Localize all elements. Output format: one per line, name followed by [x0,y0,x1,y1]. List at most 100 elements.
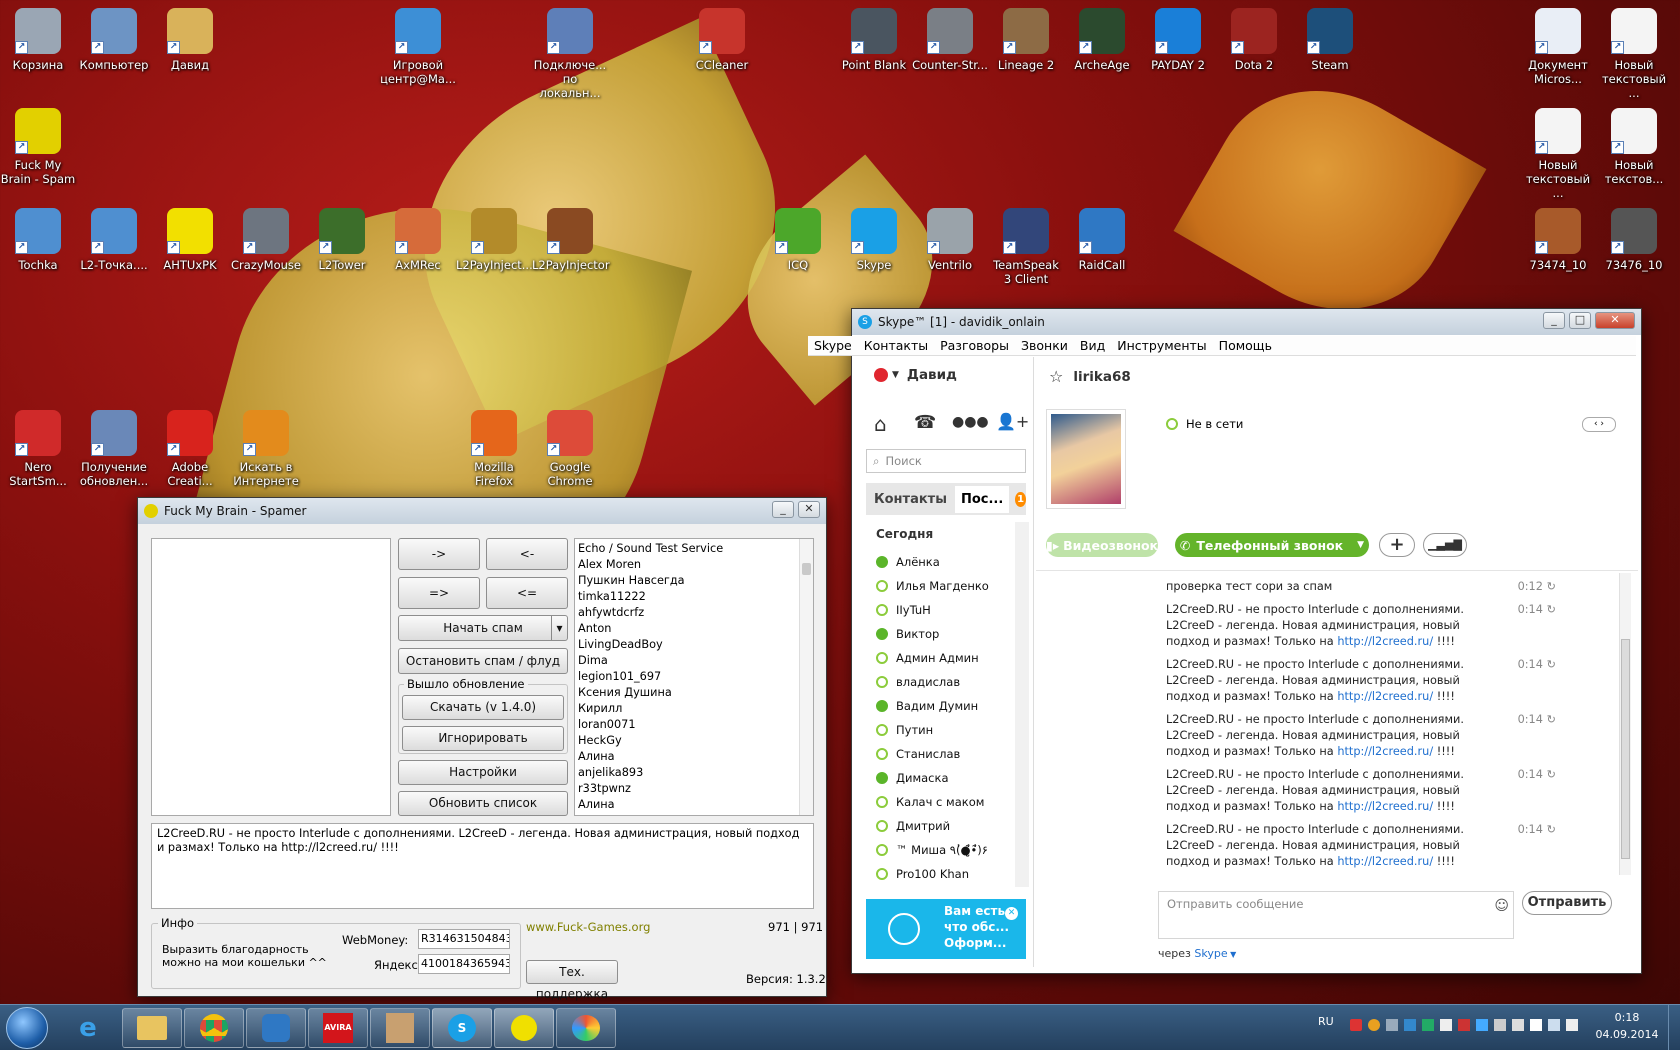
list-item[interactable]: Dima [578,653,810,669]
message-input[interactable]: Отправить сообщение ☺ [1158,891,1514,939]
tray-icon[interactable] [1368,1019,1380,1031]
profile-row[interactable]: ▼ Давид [874,367,957,383]
support-button[interactable]: Тех. поддержка [526,960,618,1001]
desktop-icon[interactable]: ↗ Искать в Интернете [228,404,304,488]
contact-item[interactable]: IIyTuH [866,598,1016,622]
show-desktop-button[interactable] [1668,1005,1680,1050]
list-item[interactable]: HeckGy [578,733,810,749]
contact-item[interactable]: владислав [866,670,1016,694]
monitor-icon[interactable] [1548,1019,1560,1031]
contact-item[interactable]: Илья Магденко [866,574,1016,598]
phone-call-button[interactable]: ✆ Телефонный звонок ▼ [1175,533,1369,557]
ad-banner[interactable]: Вам есть что обс... Оформ... ✕ [866,899,1026,959]
contact-item[interactable]: Станислав [866,742,1016,766]
contact-item[interactable]: Калач с маком [866,790,1016,814]
menu-item[interactable]: Звонки [1015,336,1074,355]
menu-item[interactable]: Skype [808,336,858,355]
tray-icon[interactable] [1512,1019,1524,1031]
contact-item[interactable]: Дмитрий [866,814,1016,838]
desktop-icon[interactable]: ↗ L2-Точка.... [76,202,152,272]
start-spam-button[interactable]: Начать спам ▾ [398,615,568,641]
list-item[interactable]: Алина [578,749,810,765]
search-input[interactable]: ⌕ Поиск [866,449,1026,473]
home-icon[interactable]: ⌂ [874,412,887,436]
desktop-icon[interactable]: ↗ Новый текстов... [1596,102,1672,186]
tray-icon[interactable] [1350,1019,1362,1031]
list-item[interactable]: Пушкин Навсегда [578,573,810,589]
desktop-icon[interactable]: ↗ Counter-Str... [912,2,988,72]
tray-icons[interactable] [1350,1019,1578,1031]
tray-icon[interactable] [1422,1019,1434,1031]
desktop-icon[interactable]: ↗ L2Tower [304,202,380,272]
site-link[interactable]: www.Fuck-Games.org [526,920,650,934]
list-item[interactable]: Echo / Sound Test Service [578,541,810,557]
refresh-contacts-button[interactable]: Обновить список контактов [398,791,568,833]
desktop-icon[interactable]: ↗ L2PayInject... [456,202,533,272]
list-item[interactable]: r33tpwnz [578,781,810,797]
message-link[interactable]: http://l2creed.ru/ [1337,855,1433,868]
message-link[interactable]: http://l2creed.ru/ [1337,635,1433,648]
tray-icon[interactable] [1386,1019,1398,1031]
desktop-icon[interactable]: ↗ CrazyMouse [228,202,304,272]
taskbar-avira[interactable]: AVIRA [308,1008,368,1048]
desktop-icon[interactable]: ↗ Dota 2 [1216,2,1292,72]
desktop-icon[interactable]: ↗ Nero StartSm... [0,404,76,488]
desktop-icon[interactable]: ↗ Компьютер [76,2,152,72]
list-item[interactable]: Anton [578,621,810,637]
dropdown-arrow-icon[interactable]: ▾ [551,616,567,640]
stop-spam-button[interactable]: Остановить спам / флуд [398,648,568,674]
message-link[interactable]: http://l2creed.ru/ [1337,800,1433,813]
ignore-update-button[interactable]: Игнорировать [402,726,564,751]
message-link[interactable]: http://l2creed.ru/ [1337,745,1433,758]
add-contact-icon[interactable]: 👤+ [996,412,1029,431]
contacts-list[interactable]: Echo / Sound Test Service Alex Moren Пушки… [574,538,814,816]
desktop-icon[interactable]: ↗ Получение обновлен... [76,404,152,488]
settings-button[interactable]: Настройки [398,760,568,785]
desktop-icon[interactable]: ↗ Корзина [0,2,76,72]
selected-contacts-list[interactable] [151,538,391,816]
favorite-star-icon[interactable]: ☆ [1049,367,1063,386]
desktop-icon[interactable]: ↗ Skype [836,202,912,272]
tray-icon[interactable] [1494,1019,1506,1031]
tray-icon[interactable] [1440,1019,1452,1031]
video-call-button[interactable]: ▮▸ Видеозвонок [1046,533,1158,557]
desktop-icon[interactable]: ↗ Steam [1292,2,1368,72]
contact-item[interactable]: Алёнка [866,550,1016,574]
desktop-icon[interactable]: ↗ CCleaner [684,2,760,72]
move-all-left-button[interactable]: <= [486,577,568,609]
tray-icon[interactable] [1458,1019,1470,1031]
taskbar-paint[interactable] [556,1008,616,1048]
list-item[interactable]: Ксения Душина [578,685,810,701]
start-button[interactable] [6,1007,48,1049]
chat-scrollbar[interactable] [1619,573,1631,875]
send-button[interactable]: Отправить [1522,891,1612,915]
list-item[interactable]: LivingDeadBoy [578,637,810,653]
contact-list[interactable]: Алёнка Илья Магденко IIyTuH Виктор Админ Адм… [866,550,1016,886]
desktop-icon[interactable]: ↗ ICQ [760,202,836,272]
maximize-button[interactable]: □ [1569,312,1591,329]
desktop-icon[interactable]: ↗ Fuck My Brain - Spam [0,102,76,186]
desktop-icon[interactable]: ↗ 73476_10 [1596,202,1672,272]
add-button[interactable]: + [1379,533,1415,557]
tab-contacts[interactable]: Контакты [866,492,955,507]
taskbar-skype[interactable]: S [432,1008,492,1048]
taskbar-ie[interactable]: e [58,1008,118,1048]
minimize-button[interactable]: _ [772,501,794,518]
clock[interactable]: 0:18 04.09.2014 [1592,1009,1662,1043]
yandex-field[interactable]: 41001843659430 [418,954,510,974]
contact-item[interactable]: Pro100 Khan [866,862,1016,886]
menu-item[interactable]: Помощь [1213,336,1278,355]
desktop-icon[interactable]: ↗ TeamSpeak 3 Client [988,202,1064,286]
minimize-button[interactable]: _ [1543,312,1565,329]
language-indicator[interactable]: RU [1318,1015,1334,1028]
volume-icon[interactable] [1566,1019,1578,1031]
list-item[interactable]: anjelika893 [578,765,810,781]
tab-recent[interactable]: Пос... [954,485,1010,513]
desktop-icon[interactable]: ↗ Давид [152,2,228,72]
webmoney-field[interactable]: R314631504843 [418,929,510,949]
list-item[interactable]: legion101_697 [578,669,810,685]
desktop-icon[interactable]: ↗ Lineage 2 [988,2,1064,72]
contact-list-scrollbar[interactable] [1015,522,1029,887]
desktop-icon[interactable]: ↗ Adobe Creati... [152,404,228,488]
tray-icon[interactable] [1476,1019,1488,1031]
